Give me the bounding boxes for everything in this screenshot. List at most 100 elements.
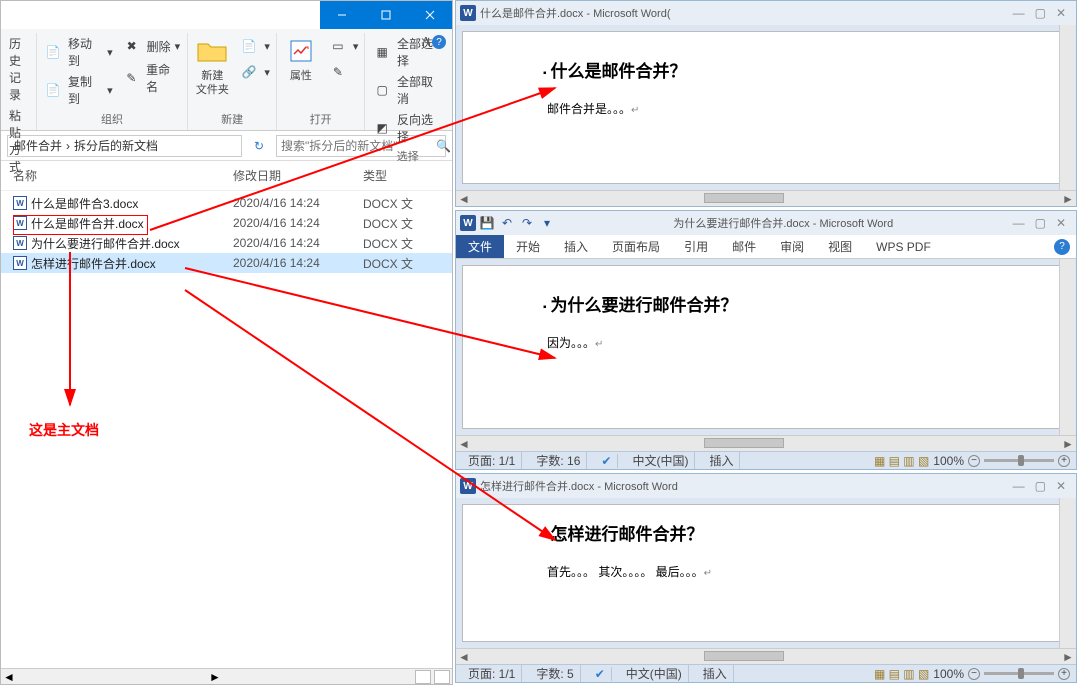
- vscrollbar[interactable]: [1059, 259, 1075, 435]
- select-none-button[interactable]: ▢全部取消: [371, 73, 444, 107]
- close-button[interactable]: ✕: [1056, 6, 1066, 20]
- zoom-in-button[interactable]: +: [1058, 668, 1070, 680]
- help-icon[interactable]: ?: [432, 35, 446, 49]
- table-row[interactable]: W什么是邮件合并.docx 2020/4/16 14:24 DOCX 文: [1, 213, 452, 233]
- view-buttons[interactable]: ▦ ▤ ▥ ▧: [874, 667, 929, 681]
- zoom-level[interactable]: 100%: [933, 667, 964, 681]
- ribbon-collapse-icon[interactable]: ᐱ: [422, 35, 430, 49]
- breadcrumb-seg[interactable]: 拆分后的新文档: [74, 137, 158, 154]
- edit-button[interactable]: ✎: [327, 61, 359, 83]
- status-words[interactable]: 字数: 16: [530, 452, 587, 469]
- word2-document[interactable]: 为什么要进行邮件合并？ 因为。。。↵: [462, 265, 1070, 429]
- tab-home[interactable]: 开始: [504, 235, 552, 258]
- help-icon[interactable]: ?: [1054, 239, 1070, 255]
- tab-wps-pdf[interactable]: WPS PDF: [864, 235, 943, 258]
- minimize-button[interactable]: —: [1013, 216, 1025, 230]
- move-to-button[interactable]: 📄移动到▾: [43, 35, 113, 69]
- new-folder-button[interactable]: 新建 文件夹: [194, 35, 230, 98]
- word3-titlebar: W 怎样进行邮件合并.docx - Microsoft Word — ▢ ✕: [456, 474, 1076, 498]
- status-proofing-icon[interactable]: ✔: [589, 667, 612, 681]
- close-button[interactable]: ✕: [1056, 479, 1066, 493]
- tab-mailings[interactable]: 邮件: [720, 235, 768, 258]
- folder-icon: [196, 35, 228, 67]
- tab-references[interactable]: 引用: [672, 235, 720, 258]
- status-proofing-icon[interactable]: ✔: [595, 454, 618, 468]
- maximize-button[interactable]: ▢: [1035, 216, 1046, 230]
- group-label-new: 新建: [221, 108, 243, 130]
- refresh-button[interactable]: ↻: [248, 135, 270, 157]
- explorer-statusbar: ◄ ►: [1, 668, 452, 684]
- table-row[interactable]: W什么是邮件合3.docx 2020/4/16 14:24 DOCX 文: [1, 193, 452, 213]
- status-mode[interactable]: 插入: [703, 452, 740, 469]
- vscrollbar[interactable]: [1059, 25, 1075, 190]
- col-name[interactable]: 名称: [13, 167, 233, 184]
- table-row[interactable]: W怎样进行邮件合并.docx 2020/4/16 14:24 DOCX 文: [1, 253, 452, 273]
- new-item-button[interactable]: 📄▾: [238, 35, 270, 57]
- maximize-button[interactable]: ▢: [1035, 6, 1046, 20]
- status-language[interactable]: 中文(中国): [626, 452, 695, 469]
- hscrollbar[interactable]: ◄►: [456, 648, 1076, 664]
- edit-icon: ✎: [327, 61, 349, 83]
- word2-titlebar: W 💾 ↶ ↷ ▾ 为什么要进行邮件合并.docx - Microsoft Wo…: [456, 211, 1076, 235]
- doc-heading: 怎样进行邮件合并？: [543, 520, 989, 545]
- easy-access-button[interactable]: 🔗▾: [238, 61, 270, 83]
- scroll-right-icon[interactable]: ►: [209, 670, 221, 684]
- view-icons-button[interactable]: [434, 670, 450, 684]
- minimize-button[interactable]: —: [1013, 479, 1025, 493]
- maximize-button[interactable]: ▢: [1035, 479, 1046, 493]
- col-type[interactable]: 类型: [363, 167, 440, 184]
- status-page[interactable]: 页面: 1/1: [462, 452, 522, 469]
- file-explorer-window: ᐱ ? 历史记录 粘贴方式 📄移动到▾ 📄复制到▾ ✖删除▾ ✎重命名 组织: [0, 0, 453, 685]
- zoom-level[interactable]: 100%: [933, 454, 964, 468]
- status-words[interactable]: 字数: 5: [530, 665, 580, 682]
- vscrollbar[interactable]: [1059, 498, 1075, 648]
- word-window-3: W 怎样进行邮件合并.docx - Microsoft Word — ▢ ✕ 怎…: [455, 473, 1077, 683]
- hscrollbar[interactable]: ◄►: [456, 190, 1076, 206]
- open-button[interactable]: ▭▾: [327, 35, 359, 57]
- rename-button[interactable]: ✎重命名: [121, 61, 182, 95]
- properties-button[interactable]: 属性: [283, 35, 319, 83]
- zoom-out-button[interactable]: −: [968, 455, 980, 467]
- paste-mode-button[interactable]: 粘贴方式: [9, 107, 30, 175]
- maximize-button[interactable]: [364, 1, 408, 29]
- copy-to-button[interactable]: 📄复制到▾: [43, 73, 113, 107]
- tab-view[interactable]: 视图: [816, 235, 864, 258]
- view-details-button[interactable]: [415, 670, 431, 684]
- delete-button[interactable]: ✖删除▾: [121, 35, 182, 57]
- tab-file[interactable]: 文件: [456, 235, 504, 258]
- status-mode[interactable]: 插入: [697, 665, 734, 682]
- history-button[interactable]: 历史记录: [9, 35, 30, 103]
- word1-titlebar: W 什么是邮件合并.docx - Microsoft Word( — ▢ ✕: [456, 1, 1076, 25]
- zoom-slider[interactable]: [984, 672, 1054, 675]
- word1-title: 什么是邮件合并.docx - Microsoft Word(: [480, 5, 1009, 21]
- status-language[interactable]: 中文(中国): [620, 665, 689, 682]
- view-buttons[interactable]: ▦ ▤ ▥ ▧: [874, 454, 929, 468]
- redo-button[interactable]: ↷: [520, 216, 534, 230]
- word3-document[interactable]: 怎样进行邮件合并？ 首先。。。 其次。。。。 最后。。。↵: [462, 504, 1070, 642]
- word1-document[interactable]: 什么是邮件合并？ 邮件合并是。。。↵: [462, 31, 1070, 184]
- docx-icon: W: [13, 216, 27, 230]
- breadcrumb-path[interactable]: 邮件合并› 拆分后的新文档: [7, 135, 242, 157]
- minimize-button[interactable]: [320, 1, 364, 29]
- close-button[interactable]: ✕: [1056, 216, 1066, 230]
- undo-button[interactable]: ↶: [500, 216, 514, 230]
- hscrollbar[interactable]: ◄►: [456, 435, 1076, 451]
- save-button[interactable]: 💾: [480, 216, 494, 230]
- word3-title: 怎样进行邮件合并.docx - Microsoft Word: [480, 478, 1009, 494]
- tab-review[interactable]: 审阅: [768, 235, 816, 258]
- annotation-main-doc: 这是主文档: [29, 420, 99, 440]
- qat-more-icon[interactable]: ▾: [540, 216, 554, 230]
- scroll-left-icon[interactable]: ◄: [3, 670, 15, 684]
- invert-selection-button[interactable]: ◩反向选择: [371, 111, 444, 145]
- file-list: W什么是邮件合3.docx 2020/4/16 14:24 DOCX 文 W什么…: [1, 191, 452, 275]
- minimize-button[interactable]: —: [1013, 6, 1025, 20]
- table-row[interactable]: W为什么要进行邮件合并.docx 2020/4/16 14:24 DOCX 文: [1, 233, 452, 253]
- col-date[interactable]: 修改日期: [233, 167, 363, 184]
- status-page[interactable]: 页面: 1/1: [462, 665, 522, 682]
- zoom-out-button[interactable]: −: [968, 668, 980, 680]
- zoom-in-button[interactable]: +: [1058, 455, 1070, 467]
- close-button[interactable]: [408, 1, 452, 29]
- tab-insert[interactable]: 插入: [552, 235, 600, 258]
- tab-layout[interactable]: 页面布局: [600, 235, 672, 258]
- zoom-slider[interactable]: [984, 459, 1054, 462]
